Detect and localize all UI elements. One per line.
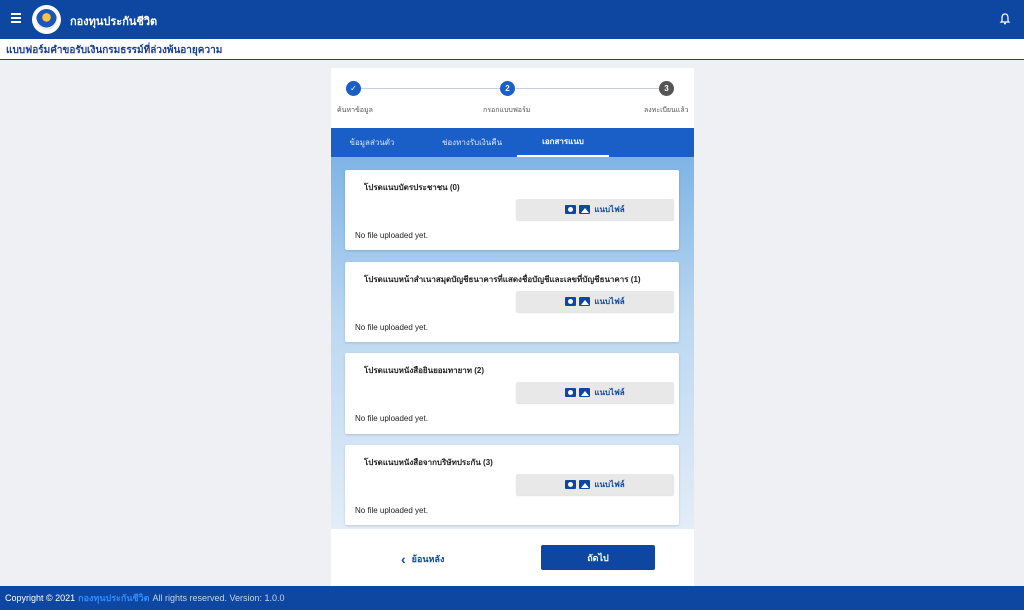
- image-icon: [579, 388, 591, 397]
- attach-file-button[interactable]: แนบไฟล์: [516, 474, 674, 495]
- step-2-label: กรอกแบบฟอร์ม: [483, 107, 531, 114]
- tab-attachments[interactable]: เอกสารแนบ: [517, 128, 609, 157]
- upload-card-title: โปรดแนบบัตรประชาชน (0): [364, 183, 460, 192]
- tab-personal-info[interactable]: ข้อมูลส่วนตัว: [337, 128, 407, 157]
- back-button-label: ย้อนหลัง: [411, 554, 445, 564]
- footer-brand-link[interactable]: กองทุนประกันชีวิต: [78, 591, 149, 605]
- footer-copyright: Copyright © 2021: [5, 593, 76, 603]
- app-header: กองทุนประกันชีวิต: [0, 0, 1024, 39]
- upload-status: No file uploaded yet.: [355, 506, 428, 515]
- attach-file-button[interactable]: แนบไฟล์: [516, 382, 674, 403]
- camera-icon: [565, 205, 577, 214]
- upload-status: No file uploaded yet.: [355, 414, 428, 423]
- next-button[interactable]: ถัดไป: [541, 545, 655, 570]
- step-3-label: ลงทะเบียนแล้ว: [644, 107, 689, 114]
- chevron-left-icon: ‹: [401, 551, 406, 567]
- upload-card-bank-book: โปรดแนบหน้าสำเนาสมุดบัญชีธนาคารที่แสดงชื…: [345, 262, 679, 342]
- camera-icon: [565, 480, 577, 489]
- camera-icon: [565, 388, 577, 397]
- upload-status: No file uploaded yet.: [355, 323, 428, 332]
- bell-icon[interactable]: [998, 12, 1012, 26]
- step-1-circle: ✓: [346, 81, 361, 96]
- camera-icon: [565, 297, 577, 306]
- upload-card-title: โปรดแนบหนังสือยินยอมทายาท (2): [364, 366, 485, 375]
- upload-card-title: โปรดแนบหน้าสำเนาสมุดบัญชีธนาคารที่แสดงชื…: [364, 275, 641, 284]
- form-panel: ✓ 2 3 ค้นหาข้อมูล กรอกแบบฟอร์ม ลงทะเบียน…: [331, 68, 694, 586]
- attach-file-label: แนบไฟล์: [594, 205, 625, 214]
- step-connector: [516, 88, 660, 89]
- upload-card-title: โปรดแนบหนังสือจากบริษัทประกัน (3): [364, 458, 493, 467]
- attach-file-label: แนบไฟล์: [594, 297, 625, 306]
- attach-file-label: แนบไฟล์: [594, 480, 625, 489]
- step-1-label: ค้นหาข้อมูล: [337, 107, 373, 114]
- footer: Copyright © 2021 กองทุนประกันชีวิต All r…: [0, 586, 1024, 610]
- image-icon: [579, 480, 591, 489]
- page-title: แบบฟอร์มคำขอรับเงินกรมธรรม์ที่ล่วงพ้นอาย…: [6, 45, 223, 56]
- stepper: ✓ 2 3 ค้นหาข้อมูล กรอกแบบฟอร์ม ลงทะเบียน…: [331, 68, 694, 124]
- form-tabs: ข้อมูลส่วนตัว ช่องทางรับเงินคืน เอกสารแน…: [331, 128, 694, 157]
- image-icon: [579, 205, 591, 214]
- upload-status: No file uploaded yet.: [355, 231, 428, 240]
- menu-icon[interactable]: [11, 13, 21, 23]
- page-subheader: แบบฟอร์มคำขอรับเงินกรมธรรม์ที่ล่วงพ้นอาย…: [0, 39, 1024, 60]
- upload-card-id-card: โปรดแนบบัตรประชาชน (0) แนบไฟล์ No file u…: [345, 170, 679, 250]
- app-title: กองทุนประกันชีวิต: [70, 16, 158, 28]
- upload-card-heir-consent: โปรดแนบหนังสือยินยอมทายาท (2) แนบไฟล์ No…: [345, 353, 679, 434]
- attach-file-button[interactable]: แนบไฟล์: [516, 199, 674, 220]
- image-icon: [579, 297, 591, 306]
- upload-card-insurer-letter: โปรดแนบหนังสือจากบริษัทประกัน (3) แนบไฟล…: [345, 445, 679, 525]
- step-connector: [357, 88, 501, 89]
- attach-file-button[interactable]: แนบไฟล์: [516, 291, 674, 312]
- tab-refund-channel[interactable]: ช่องทางรับเงินคืน: [431, 128, 513, 157]
- attachments-content: โปรดแนบบัตรประชาชน (0) แนบไฟล์ No file u…: [331, 157, 694, 529]
- back-button[interactable]: ‹ ย้อนหลัง: [401, 552, 444, 566]
- step-3-circle: 3: [659, 81, 674, 96]
- logo-icon: [32, 5, 61, 34]
- attach-file-label: แนบไฟล์: [594, 388, 625, 397]
- step-2-circle: 2: [500, 81, 515, 96]
- footer-rights: All rights reserved. Version: 1.0.0: [152, 593, 285, 603]
